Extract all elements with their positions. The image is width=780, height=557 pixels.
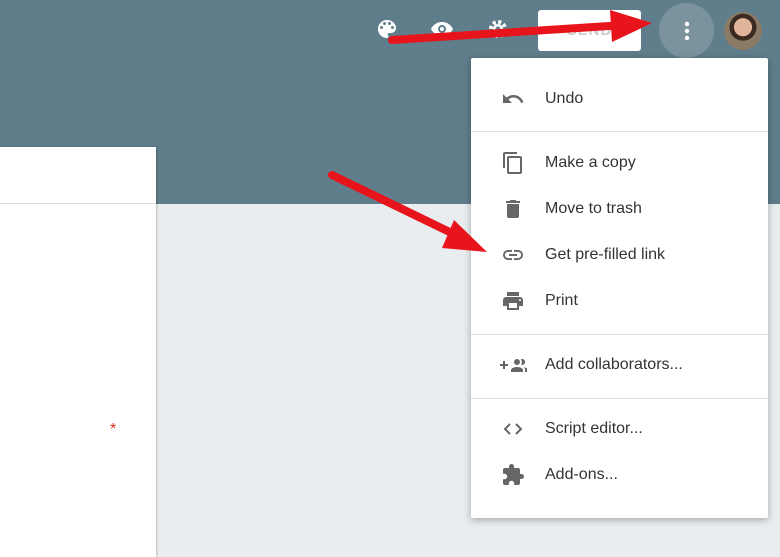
copy-icon — [499, 149, 527, 177]
trash-icon — [499, 195, 527, 223]
menu-item-label: Print — [545, 292, 578, 309]
link-icon — [499, 241, 527, 269]
menu-item-script-editor[interactable]: Script editor... — [471, 406, 768, 452]
more-vert-icon — [684, 21, 689, 40]
menu-item-label: Script editor... — [545, 420, 643, 437]
more-options-menu: Undo Make a copy Move to trash Get pre-f… — [471, 58, 768, 518]
form-card: * — [0, 147, 156, 557]
menu-divider — [471, 334, 768, 335]
eye-icon[interactable] — [429, 16, 455, 42]
menu-item-label: Undo — [545, 90, 584, 107]
undo-icon — [499, 85, 527, 113]
menu-item-move-to-trash[interactable]: Move to trash — [471, 186, 768, 232]
menu-item-print[interactable]: Print — [471, 278, 768, 324]
more-options-button[interactable] — [659, 3, 714, 58]
divider — [0, 203, 156, 204]
menu-item-make-copy[interactable]: Make a copy — [471, 140, 768, 186]
menu-item-label: Add-ons... — [545, 466, 618, 483]
palette-icon[interactable] — [374, 16, 400, 42]
menu-item-label: Make a copy — [545, 154, 636, 171]
menu-divider — [471, 131, 768, 132]
menu-item-add-ons[interactable]: Add-ons... — [471, 452, 768, 498]
code-icon — [499, 415, 527, 443]
avatar[interactable] — [724, 12, 762, 50]
gear-icon[interactable] — [485, 16, 511, 42]
menu-item-label: Move to trash — [545, 200, 642, 217]
menu-item-label: Add collaborators... — [545, 356, 683, 373]
menu-item-undo[interactable]: Undo — [471, 76, 768, 122]
puzzle-icon — [499, 461, 527, 489]
add-people-icon — [499, 351, 527, 379]
menu-item-label: Get pre-filled link — [545, 246, 666, 263]
required-asterisk: * — [110, 421, 117, 438]
menu-item-get-prefilled-link[interactable]: Get pre-filled link — [471, 232, 768, 278]
menu-item-add-collaborators[interactable]: Add collaborators... — [471, 342, 768, 388]
menu-divider — [471, 398, 768, 399]
send-button[interactable]: SEND — [538, 10, 641, 51]
print-icon — [499, 287, 527, 315]
